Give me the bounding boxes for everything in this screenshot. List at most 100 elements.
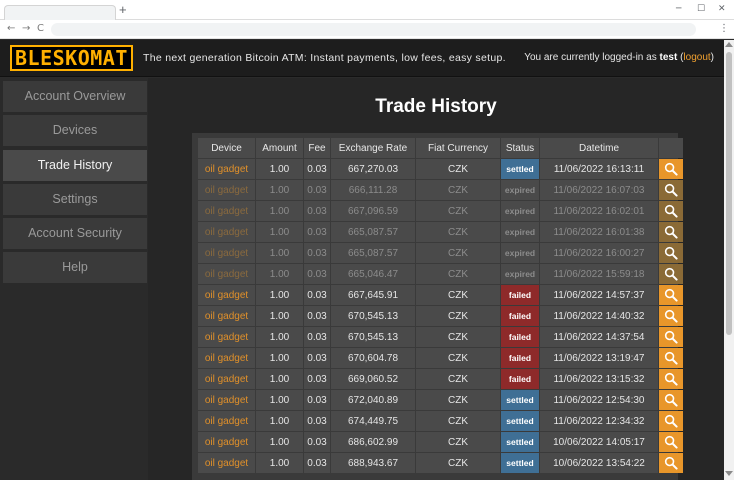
view-trade-button[interactable] (659, 159, 683, 179)
column-header-device: Device (198, 138, 255, 158)
magnifier-icon (664, 351, 678, 365)
cell-fiat-currency: CZK (416, 180, 500, 200)
close-icon[interactable]: ✕ (718, 2, 726, 16)
table-row: oil gadget 1.00 0.03 667,096.59 CZK expired 11… (198, 201, 683, 221)
status-badge: expired (501, 222, 539, 242)
cell-fee: 0.03 (304, 432, 330, 452)
magnifier-icon (664, 372, 678, 386)
view-trade-button[interactable] (659, 453, 683, 473)
cell-fee: 0.03 (304, 348, 330, 368)
column-header-fiat-currency: Fiat Currency (416, 138, 500, 158)
sidebar-item-help[interactable]: Help (3, 252, 147, 283)
cell-fee: 0.03 (304, 264, 330, 284)
sidebar-item-trade-history[interactable]: Trade History (3, 150, 147, 181)
cell-fiat-currency: CZK (416, 222, 500, 242)
cell-fee: 0.03 (304, 453, 330, 473)
cell-amount: 1.00 (256, 369, 303, 389)
table-row: oil gadget 1.00 0.03 665,087.57 CZK expired 11… (198, 222, 683, 242)
cell-fee: 0.03 (304, 369, 330, 389)
reload-icon[interactable]: C (37, 23, 44, 35)
forward-icon[interactable]: → (22, 23, 30, 35)
cell-device[interactable]: oil gadget (198, 285, 255, 305)
logo[interactable]: BLESKOMAT (10, 45, 133, 71)
magnifier-icon (664, 162, 678, 176)
scrollbar-thumb[interactable] (726, 52, 732, 335)
table-row: oil gadget 1.00 0.03 674,449.75 CZK settled 11… (198, 411, 683, 431)
cell-device[interactable]: oil gadget (198, 390, 255, 410)
cell-fee: 0.03 (304, 327, 330, 347)
column-header-view (659, 138, 683, 158)
cell-device[interactable]: oil gadget (198, 180, 255, 200)
address-bar[interactable] (51, 23, 696, 36)
cell-device[interactable]: oil gadget (198, 369, 255, 389)
cell-device[interactable]: oil gadget (198, 159, 255, 179)
cell-exchange-rate: 674,449.75 (331, 411, 415, 431)
magnifier-icon (664, 288, 678, 302)
view-trade-button[interactable] (659, 369, 683, 389)
table-row: oil gadget 1.00 0.03 686,602.99 CZK settled 10… (198, 432, 683, 452)
view-trade-button[interactable] (659, 243, 683, 263)
cell-device[interactable]: oil gadget (198, 264, 255, 284)
minimize-icon[interactable]: ─ (676, 2, 681, 16)
column-header-datetime: Datetime (540, 138, 658, 158)
view-trade-button[interactable] (659, 222, 683, 242)
logout-link[interactable]: logout (683, 52, 710, 63)
view-trade-button[interactable] (659, 264, 683, 284)
cell-device[interactable]: oil gadget (198, 306, 255, 326)
magnifier-icon (664, 204, 678, 218)
cell-datetime: 11/06/2022 14:40:32 (540, 306, 658, 326)
view-trade-button[interactable] (659, 327, 683, 347)
cell-datetime: 11/06/2022 16:13:11 (540, 159, 658, 179)
cell-datetime: 11/06/2022 16:07:03 (540, 180, 658, 200)
cell-exchange-rate: 667,270.03 (331, 159, 415, 179)
status-badge: expired (501, 243, 539, 263)
browser-tab[interactable] (4, 5, 116, 20)
view-trade-button[interactable] (659, 201, 683, 221)
site-header: BLESKOMAT The next generation Bitcoin AT… (0, 40, 734, 77)
scroll-down-icon[interactable] (725, 471, 733, 476)
cell-device[interactable]: oil gadget (198, 222, 255, 242)
sidebar-item-devices[interactable]: Devices (3, 115, 147, 146)
cell-amount: 1.00 (256, 180, 303, 200)
cell-device[interactable]: oil gadget (198, 348, 255, 368)
view-trade-button[interactable] (659, 306, 683, 326)
cell-device[interactable]: oil gadget (198, 327, 255, 347)
view-trade-button[interactable] (659, 432, 683, 452)
new-tab-button[interactable]: + (119, 3, 127, 17)
cell-datetime: 11/06/2022 12:34:32 (540, 411, 658, 431)
maximize-icon[interactable]: ☐ (697, 2, 705, 16)
status-badge: expired (501, 180, 539, 200)
table-row: oil gadget 1.00 0.03 672,040.89 CZK settled 11… (198, 390, 683, 410)
browser-menu-icon[interactable]: ⋮ (719, 23, 729, 35)
scroll-up-icon[interactable] (725, 42, 733, 47)
table-row: oil gadget 1.00 0.03 670,545.13 CZK failed 11/… (198, 327, 683, 347)
view-trade-button[interactable] (659, 285, 683, 305)
magnifier-icon (664, 183, 678, 197)
cell-device[interactable]: oil gadget (198, 201, 255, 221)
cell-datetime: 11/06/2022 14:57:37 (540, 285, 658, 305)
view-trade-button[interactable] (659, 348, 683, 368)
cell-fiat-currency: CZK (416, 369, 500, 389)
view-trade-button[interactable] (659, 390, 683, 410)
cell-device[interactable]: oil gadget (198, 432, 255, 452)
sidebar-item-account-security[interactable]: Account Security (3, 218, 147, 249)
table-row: oil gadget 1.00 0.03 665,087.57 CZK expired 11… (198, 243, 683, 263)
page-scrollbar[interactable] (724, 40, 734, 480)
cell-amount: 1.00 (256, 159, 303, 179)
tagline: The next generation Bitcoin ATM: Instant… (143, 52, 506, 64)
cell-datetime: 11/06/2022 16:00:27 (540, 243, 658, 263)
back-icon[interactable]: ← (7, 23, 15, 35)
magnifier-icon (664, 309, 678, 323)
cell-device[interactable]: oil gadget (198, 453, 255, 473)
view-trade-button[interactable] (659, 411, 683, 431)
cell-exchange-rate: 672,040.89 (331, 390, 415, 410)
sidebar-item-settings[interactable]: Settings (3, 184, 147, 215)
cell-fiat-currency: CZK (416, 306, 500, 326)
sidebar-item-account-overview[interactable]: Account Overview (3, 81, 147, 112)
table-row: oil gadget 1.00 0.03 669,060.52 CZK failed 11/… (198, 369, 683, 389)
cell-device[interactable]: oil gadget (198, 411, 255, 431)
table-row: oil gadget 1.00 0.03 667,645.91 CZK failed 11/… (198, 285, 683, 305)
view-trade-button[interactable] (659, 180, 683, 200)
cell-device[interactable]: oil gadget (198, 243, 255, 263)
status-badge: failed (501, 369, 539, 389)
